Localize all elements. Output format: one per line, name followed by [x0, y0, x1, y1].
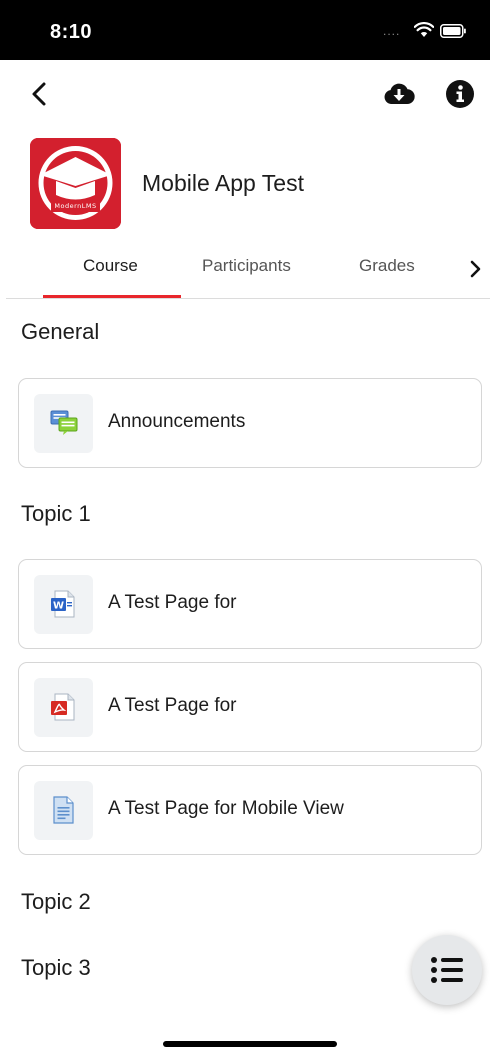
activity-icon-box: W [34, 575, 93, 634]
chevron-right-icon[interactable] [466, 259, 484, 279]
tabs-divider [6, 298, 490, 299]
activity-label: A Test Page for Mobile View [108, 798, 344, 819]
course-tabs: Course Participants Grades [0, 246, 490, 298]
graduation-cap-icon [30, 138, 121, 229]
tab-participants[interactable]: Participants [202, 256, 291, 276]
section-title-topic-1: Topic 1 [21, 501, 91, 526]
activity-pdf-page[interactable]: A Test Page for [18, 662, 482, 752]
activity-label: A Test Page for [108, 592, 237, 613]
info-icon[interactable] [445, 79, 475, 109]
page-icon [53, 796, 74, 824]
svg-text:W: W [53, 601, 64, 612]
status-bar: 8:10 .... [0, 0, 490, 60]
status-time: 8:10 [50, 21, 93, 43]
activity-mobile-view-page[interactable]: A Test Page for Mobile View [18, 765, 482, 855]
activity-icon-box [34, 781, 93, 840]
signal-dots: .... [383, 24, 401, 38]
section-title-general: General [21, 319, 100, 344]
tab-grades[interactable]: Grades [359, 256, 415, 276]
wifi-icon [414, 22, 434, 37]
cloud-download-icon[interactable] [383, 80, 415, 108]
course-index-button[interactable] [412, 935, 482, 1005]
activity-label: A Test Page for [108, 695, 237, 716]
activity-label: Announcements [108, 411, 246, 432]
course-title: Mobile App Test [142, 170, 304, 196]
tab-course[interactable]: Course [83, 256, 138, 276]
section-title-topic-3: Topic 3 [21, 955, 91, 980]
activity-word-page[interactable]: W A Test Page for [18, 559, 482, 649]
activity-icon-box [34, 394, 93, 453]
word-document-icon: W [51, 590, 75, 618]
pdf-document-icon [51, 693, 75, 721]
section-title-topic-2: Topic 2 [21, 889, 91, 914]
activity-announcements[interactable]: Announcements [18, 378, 482, 468]
course-logo: ModernLMS [30, 138, 121, 229]
back-button[interactable] [26, 80, 54, 108]
home-indicator [163, 1041, 337, 1047]
activity-icon-box [34, 678, 93, 737]
battery-icon [440, 24, 466, 38]
list-icon [431, 957, 463, 983]
course-logo-text: ModernLMS [54, 202, 97, 210]
forum-icon [50, 410, 78, 435]
